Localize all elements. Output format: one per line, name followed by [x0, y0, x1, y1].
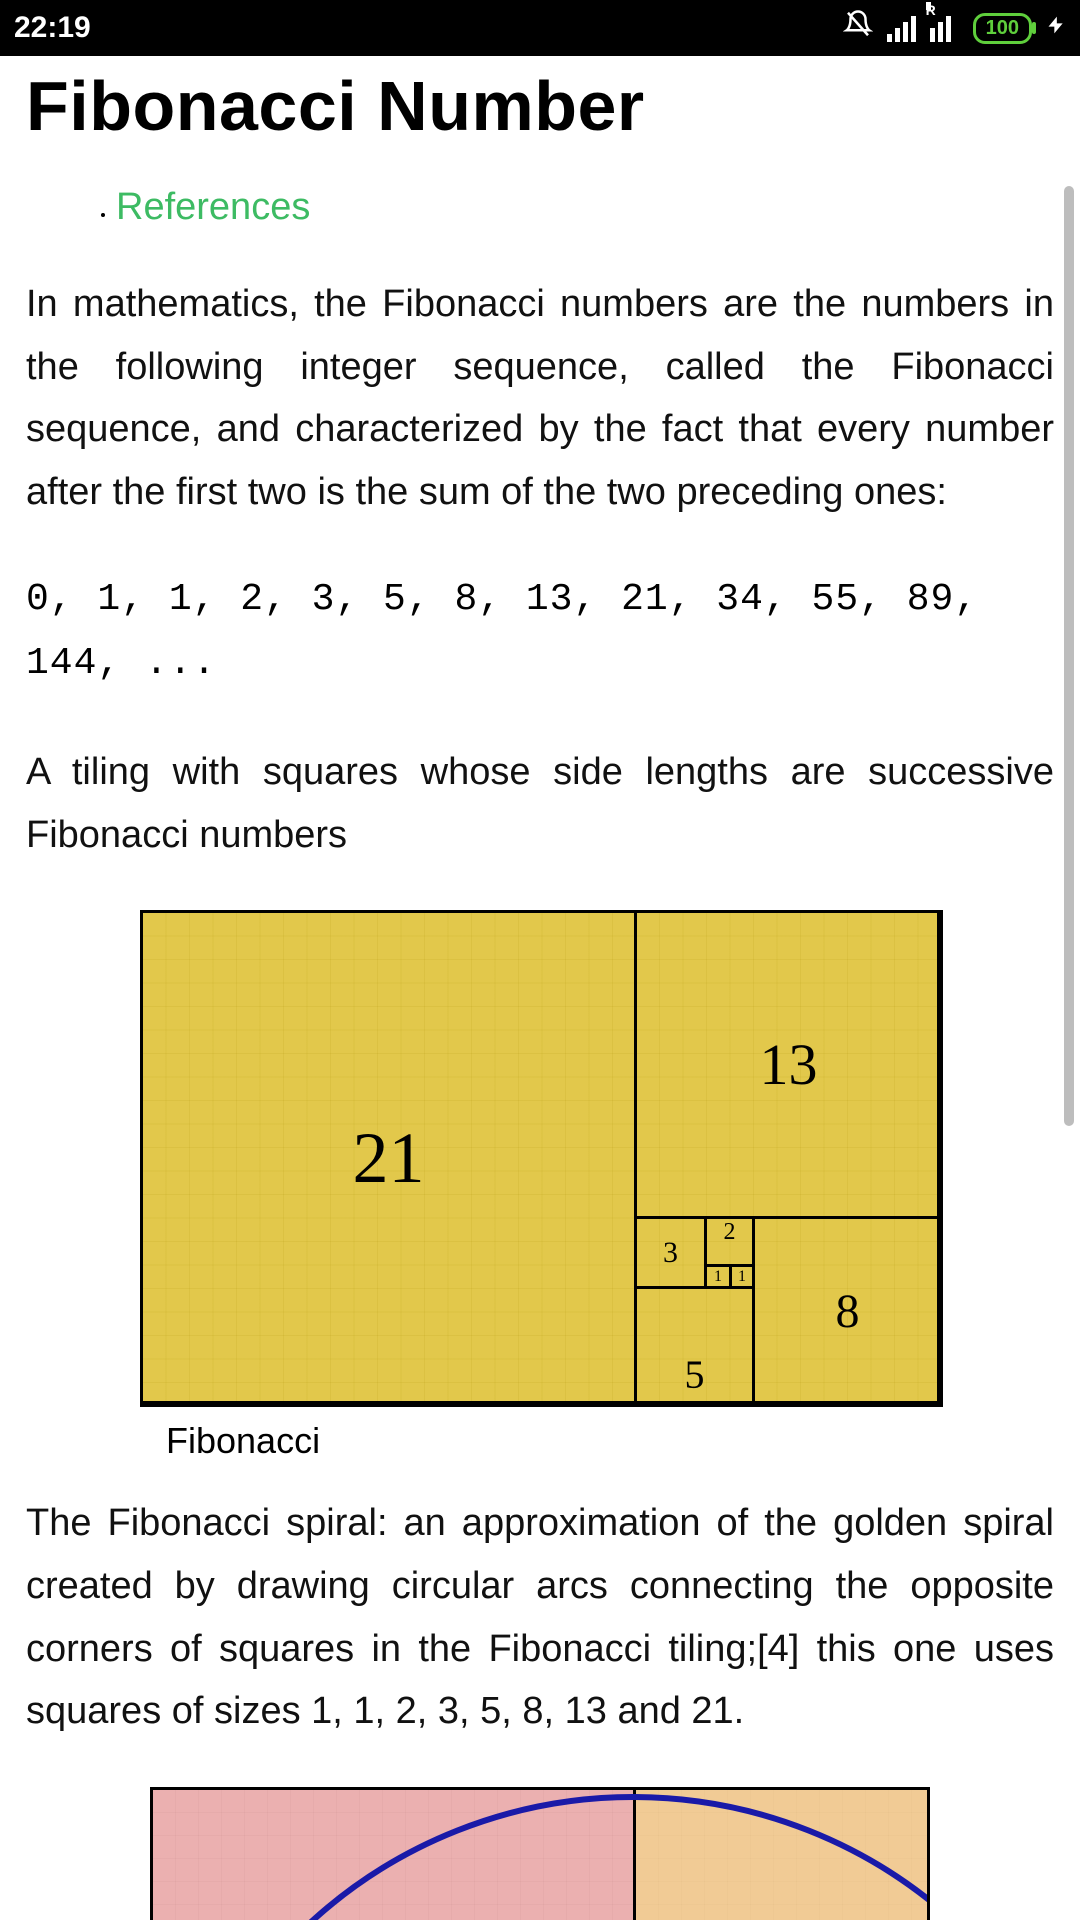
tiling-caption: Fibonacci	[166, 1420, 320, 1462]
status-bar: 22:19 R 100	[0, 0, 1080, 56]
square-1a: 1	[704, 1264, 732, 1289]
signal-roaming-icon: R	[930, 14, 959, 42]
references-list: References	[116, 186, 1054, 229]
intro-paragraph: In mathematics, the Fibonacci numbers ar…	[26, 273, 1054, 524]
spiral-paragraph: The Fibonacci spiral: an approximation o…	[26, 1492, 1054, 1743]
square-1b: 1	[729, 1264, 755, 1289]
square-13: 13	[634, 910, 943, 1219]
fibonacci-tiling-diagram: 21 13 8 5 3 2 1 1	[140, 910, 940, 1404]
references-link[interactable]: References	[116, 186, 310, 228]
status-time: 22:19	[14, 11, 91, 45]
spiral-figure: 13×13	[26, 1787, 1054, 1920]
square-2: 2	[704, 1216, 755, 1267]
fibonacci-sequence: 0, 1, 1, 2, 3, 5, 8, 13, 21, 34, 55, 89,…	[26, 568, 1054, 697]
status-icons: R 100	[843, 9, 1066, 47]
battery-icon: 100	[973, 13, 1032, 44]
square-21: 21	[140, 910, 637, 1407]
scrollbar[interactable]	[1064, 186, 1074, 1126]
tiling-figure: 21 13 8 5 3 2 1 1 Fibonacci	[26, 910, 1054, 1462]
charging-icon	[1046, 10, 1066, 47]
page-title: Fibonacci Number	[26, 66, 1054, 146]
square-5: 5	[634, 1286, 755, 1407]
fibonacci-spiral-diagram: 13×13	[150, 1787, 930, 1920]
tiling-intro: A tiling with squares whose side lengths…	[26, 741, 1054, 866]
dnd-icon	[843, 9, 873, 47]
square-8: 8	[752, 1216, 943, 1407]
square-3: 3	[634, 1216, 707, 1289]
content-area[interactable]: Fibonacci Number References In mathemati…	[0, 66, 1080, 1920]
signal-icon	[887, 14, 916, 42]
list-item: References	[116, 186, 1054, 229]
